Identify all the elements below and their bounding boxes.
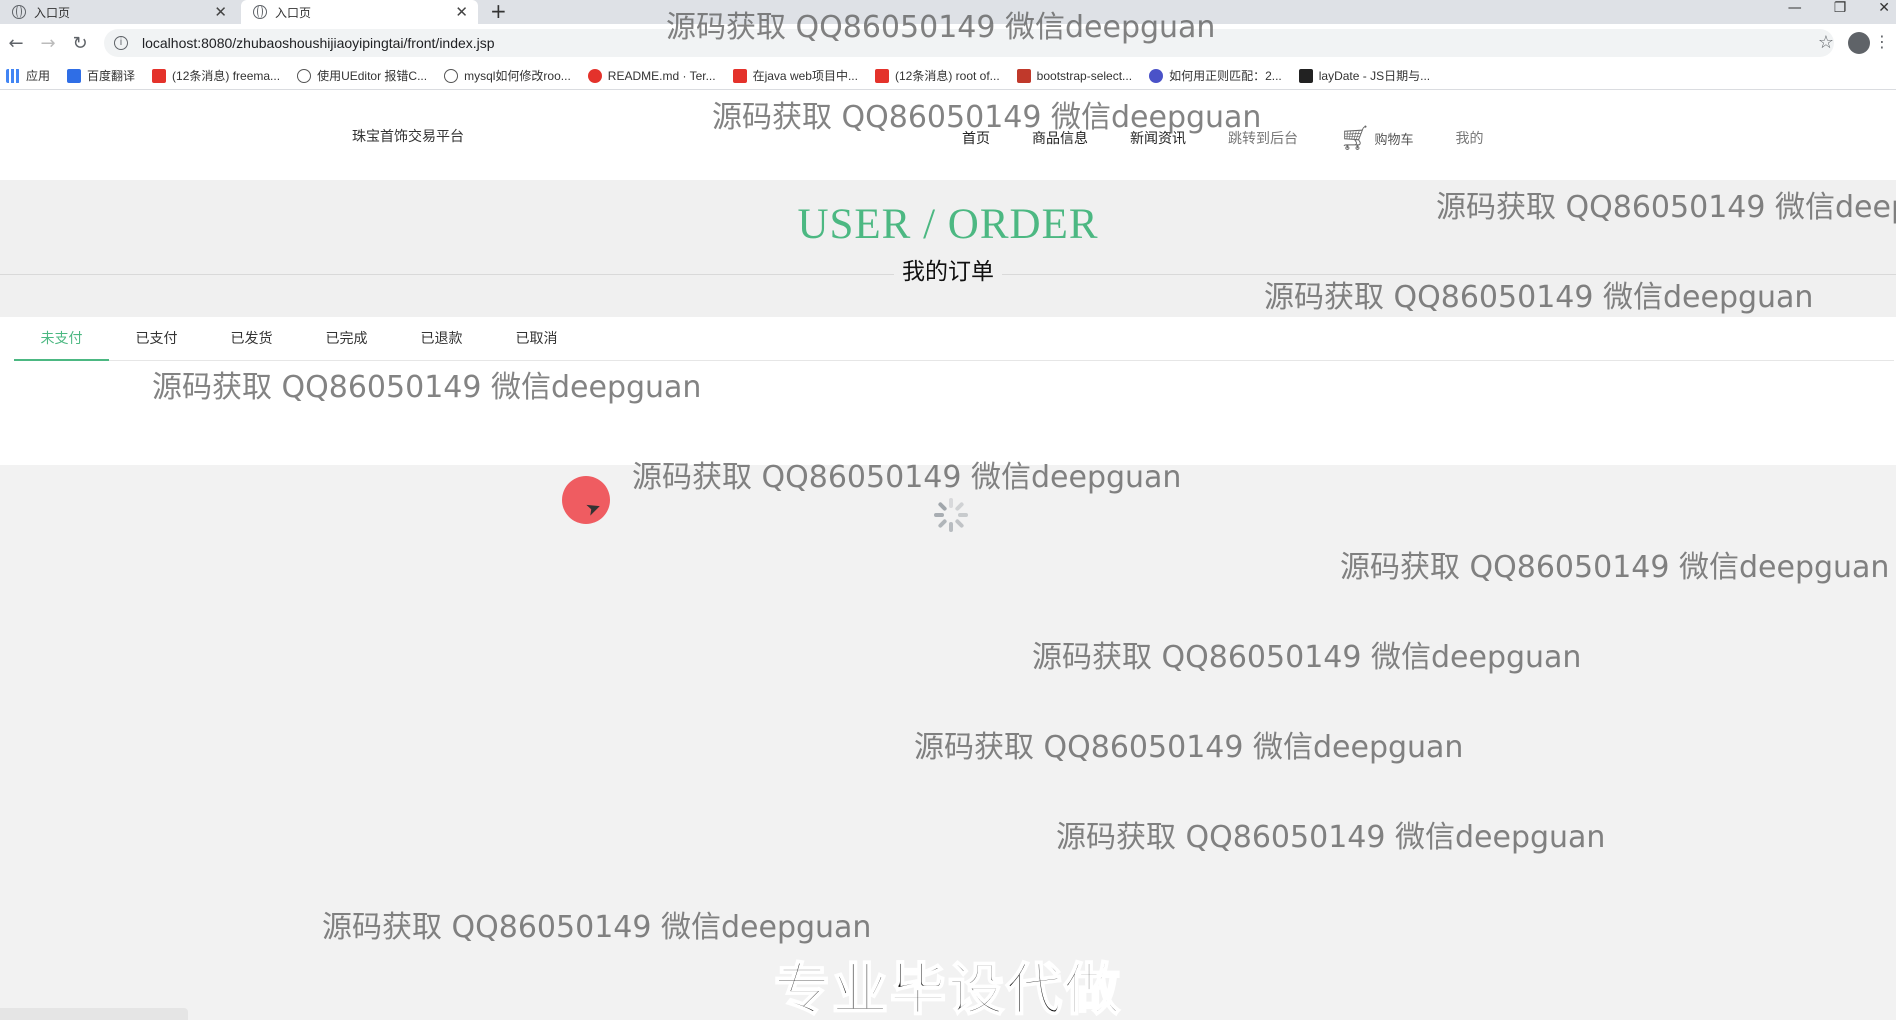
browser-tab[interactable]: 入口页 ✕: [0, 0, 237, 24]
tab-title: 入口页: [34, 5, 71, 20]
bookmark-item[interactable]: bootstrap-select...: [1016, 68, 1133, 83]
watermark-text: 源码获取 QQ86050149 微信deep: [1436, 190, 1896, 225]
bookmark-item[interactable]: 使用UEditor 报错C...: [297, 67, 427, 84]
tab-completed[interactable]: 已完成: [299, 317, 394, 361]
bookmark-item[interactable]: layDate - JS日期与...: [1298, 67, 1431, 84]
banner-title-cn-text: 我的订单: [894, 259, 1002, 285]
forward-icon[interactable]: →: [32, 33, 64, 54]
spinner-spoke: [949, 498, 953, 508]
watermark-text: 源码获取 QQ86050149 微信deepguan: [152, 370, 702, 405]
csdn-icon: [874, 68, 889, 83]
jianshu-icon: [1016, 68, 1031, 83]
bookmark-item[interactable]: 在java web项目中...: [732, 67, 858, 84]
bookmark-item[interactable]: (12条消息) freema...: [152, 67, 280, 84]
baidu-icon: [1149, 68, 1164, 83]
tab-paid[interactable]: 已支付: [109, 317, 204, 361]
tab-shipped[interactable]: 已发货: [204, 317, 299, 361]
bookmarks-bar: 应用 百度翻译 (12条消息) freema... 使用UEditor 报错C.…: [0, 62, 1896, 90]
bookmark-label: mysql如何修改roo...: [464, 69, 571, 83]
bookmark-item[interactable]: mysql如何修改roo...: [444, 67, 571, 84]
tab-refunded[interactable]: 已退款: [394, 317, 489, 361]
spinner-spoke: [954, 518, 965, 529]
bookmark-item[interactable]: 百度翻译: [67, 67, 135, 84]
bookmark-label: bootstrap-select...: [1036, 68, 1133, 83]
back-icon[interactable]: ←: [0, 33, 32, 54]
bookmark-label: (12条消息) root of...: [894, 69, 1000, 83]
tab-title: 入口页: [275, 5, 312, 20]
status-bar: [0, 1008, 188, 1020]
bookmark-item[interactable]: (12条消息) root of...: [874, 67, 1000, 84]
promo-banner: 专业毕设代做: [773, 957, 1122, 1020]
tab-cancelled[interactable]: 已取消: [489, 317, 584, 361]
tab-unpaid[interactable]: 未支付: [14, 317, 109, 361]
site-brand[interactable]: 珠宝首饰交易平台: [352, 126, 464, 146]
minimize-icon[interactable]: —: [1788, 0, 1802, 16]
watermark-text: 源码获取 QQ86050149 微信deepguan: [1264, 280, 1814, 315]
close-icon[interactable]: ✕: [214, 3, 227, 21]
bookmark-label: 百度翻译: [87, 69, 136, 83]
watermark-text: 源码获取 QQ86050149 微信deepguan: [1340, 550, 1890, 585]
bookmark-label: (12条消息) freema...: [172, 69, 281, 83]
browser-tab-active[interactable]: 入口页 ✕: [241, 0, 478, 24]
bookmark-label: layDate - JS日期与...: [1318, 69, 1431, 83]
watermark-text: 源码获取 QQ86050149 微信deepguan: [1032, 640, 1582, 675]
watermark-text: 源码获取 QQ86050149 微信deepguan: [712, 100, 1262, 135]
restore-icon[interactable]: ❐: [1834, 0, 1847, 16]
bookmark-label: 使用UEditor 报错C...: [317, 69, 428, 83]
cart-label: 购物车: [1374, 132, 1414, 148]
csdn-icon: [152, 68, 167, 83]
nav-mine[interactable]: 我的: [1455, 128, 1483, 148]
gitee-icon: [587, 68, 602, 83]
watermark-text: 源码获取 QQ86050149 微信deepguan: [322, 910, 872, 945]
bookmark-apps[interactable]: 应用: [6, 67, 50, 84]
window-controls: — ❐ ✕: [1788, 0, 1890, 16]
new-tab-button[interactable]: +: [490, 0, 507, 22]
close-window-icon[interactable]: ✕: [1878, 0, 1890, 16]
loading-spinner-icon: [934, 498, 968, 532]
layui-icon: [1298, 68, 1313, 83]
profile-avatar[interactable]: [1848, 32, 1870, 54]
link-icon: [297, 68, 312, 83]
spinner-spoke: [949, 522, 953, 532]
spinner-spoke: [954, 501, 965, 512]
watermark-text: 源码获取 QQ86050149 微信deepguan: [666, 10, 1216, 45]
bookmark-item[interactable]: 如何用正则匹配：2...: [1149, 67, 1282, 84]
watermark-text: 源码获取 QQ86050149 微信deepguan: [914, 730, 1464, 765]
bookmark-item[interactable]: README.md · Ter...: [587, 68, 716, 83]
nav-cart[interactable]: 🛒︎ 购物车: [1340, 124, 1413, 152]
translate-icon: [67, 68, 82, 83]
bookmark-label: 如何用正则匹配：2...: [1169, 69, 1282, 83]
reload-icon[interactable]: ↻: [64, 33, 96, 54]
cart-icon: 🛒︎: [1340, 124, 1371, 152]
watermark-text: 源码获取 QQ86050149 微信deepguan: [1056, 820, 1606, 855]
apps-icon: [6, 68, 20, 83]
more-menu-icon[interactable]: ⋮: [1874, 32, 1890, 51]
globe-icon: [12, 5, 26, 19]
url-text: localhost:8080/zhubaoshoushijiaoyipingta…: [142, 35, 495, 51]
globe-icon: [253, 5, 267, 19]
info-icon[interactable]: i: [114, 36, 128, 50]
bookmark-label: 在java web项目中...: [752, 69, 858, 83]
spinner-spoke: [937, 518, 948, 529]
spinner-spoke: [934, 513, 944, 517]
bookmark-label: 应用: [26, 69, 51, 83]
spinner-spoke: [958, 513, 968, 517]
csdn-icon: [732, 68, 747, 83]
watermark-text: 源码获取 QQ86050149 微信deepguan: [632, 460, 1182, 495]
order-tabs: 未支付 已支付 已发货 已完成 已退款 已取消: [14, 317, 1894, 361]
close-icon[interactable]: ✕: [455, 3, 468, 21]
spinner-spoke: [937, 501, 948, 512]
link-icon: [444, 68, 459, 83]
bookmark-star-icon[interactable]: ☆: [1818, 32, 1834, 53]
bookmark-label: README.md · Ter...: [607, 68, 716, 83]
